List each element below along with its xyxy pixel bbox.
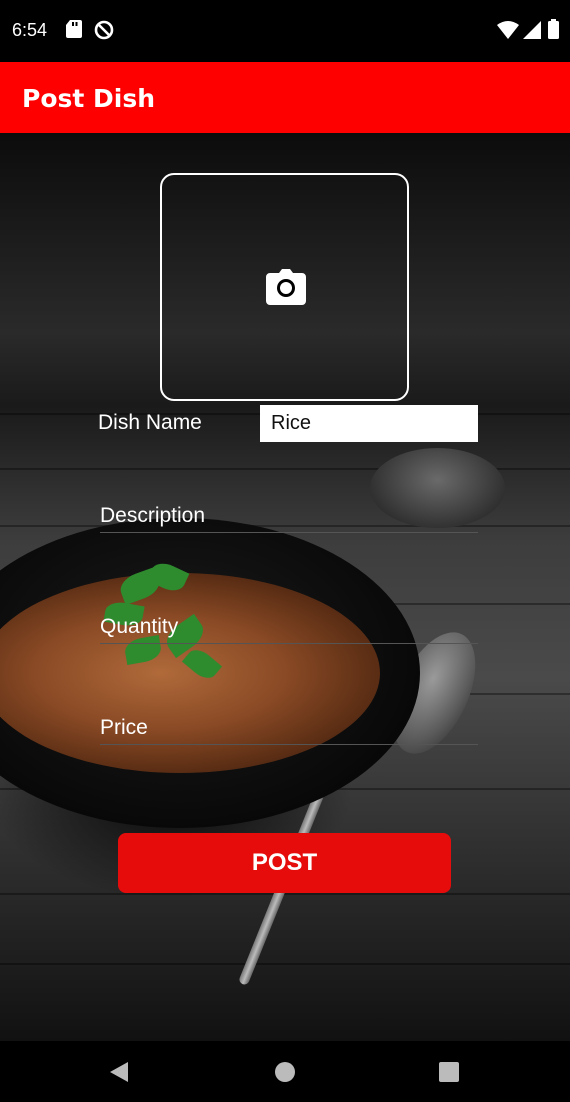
battery-icon (548, 19, 559, 44)
status-bar: 6:54 (0, 0, 570, 62)
signal-icon (523, 21, 541, 44)
page-title: Post Dish (22, 84, 156, 113)
form-container: Dish Name POST (0, 133, 570, 1041)
dish-name-input[interactable] (260, 405, 478, 442)
quantity-field[interactable] (100, 610, 478, 644)
description-field[interactable] (100, 499, 478, 533)
data-saver-icon (94, 20, 114, 45)
price-field[interactable] (100, 711, 478, 745)
home-icon[interactable] (274, 1061, 296, 1088)
navigation-bar (0, 1041, 570, 1102)
post-button[interactable]: POST (118, 833, 451, 893)
sd-card-icon (66, 20, 82, 43)
dish-name-label: Dish Name (98, 411, 202, 434)
recents-icon[interactable] (438, 1061, 460, 1088)
app-bar: Post Dish (0, 62, 570, 133)
status-time: 6:54 (12, 20, 48, 40)
image-picker[interactable] (160, 173, 409, 401)
wifi-icon (497, 21, 519, 44)
back-icon[interactable] (108, 1060, 130, 1089)
camera-icon (266, 269, 306, 310)
